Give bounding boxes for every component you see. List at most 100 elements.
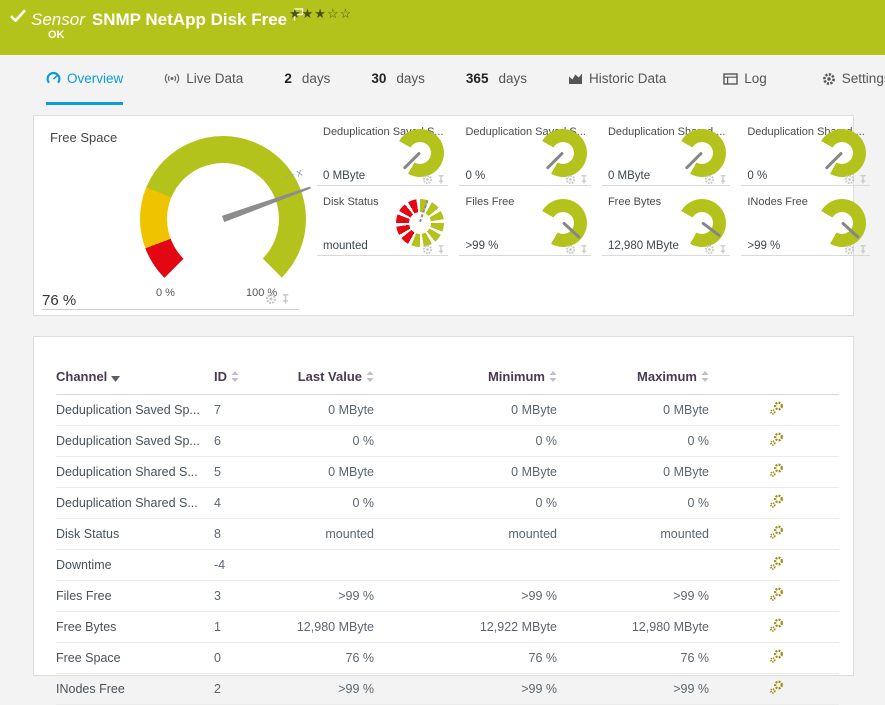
minimum-value: 0 % — [374, 426, 557, 457]
pin-icon[interactable] — [858, 174, 868, 185]
tab-overview[interactable]: Overview — [46, 55, 123, 105]
channel-settings-icon[interactable] — [769, 463, 784, 478]
tab-label: Log — [744, 71, 767, 86]
channel-settings-icon[interactable] — [769, 649, 784, 664]
tab-2-days[interactable]: 2days — [284, 55, 330, 105]
divider — [602, 255, 730, 256]
pin-icon[interactable] — [579, 244, 589, 255]
tab-live-data[interactable]: Live Data — [164, 55, 243, 105]
mini-gauge-cell: Free Bytes 12,980 MByte — [596, 186, 735, 256]
gear-icon[interactable] — [704, 244, 715, 255]
last-value: 0 % — [274, 426, 374, 457]
tab-label-unit: days — [396, 71, 425, 86]
channel-settings-cell — [709, 581, 839, 612]
live-signal-icon — [164, 72, 180, 85]
log-icon — [723, 73, 738, 85]
column-header-channel[interactable]: Channel — [56, 361, 214, 395]
mini-gauge-value: 0 % — [747, 170, 767, 182]
pin-icon[interactable] — [436, 244, 446, 255]
column-header-minimum[interactable]: Minimum — [374, 361, 557, 395]
mini-gauge — [678, 129, 726, 177]
pin-icon[interactable] — [858, 244, 868, 255]
mini-gauge — [818, 129, 866, 177]
table-row: Free Bytes112,980 MByte12,922 MByte12,98… — [56, 612, 839, 643]
pin-icon[interactable] — [280, 293, 291, 305]
tab-label: Live Data — [186, 71, 243, 86]
divider — [459, 255, 590, 256]
tab-settings[interactable]: Settings — [822, 55, 885, 105]
table-row: Files Free3>99 %>99 %>99 % — [56, 581, 839, 612]
gear-icon[interactable] — [265, 293, 277, 305]
channel-id: 7 — [214, 395, 274, 426]
mini-gauge-cell: INodes Free >99 % — [735, 186, 874, 256]
channels-panel: Channel ID Last Value Minimum Maximum De… — [33, 336, 854, 676]
channel-settings-icon[interactable] — [769, 556, 784, 571]
maximum-value: 12,980 MByte — [557, 612, 709, 643]
mini-gauge — [396, 129, 444, 177]
gear-icon[interactable] — [422, 244, 433, 255]
channel-name: Disk Status — [56, 519, 214, 550]
column-header-maximum[interactable]: Maximum — [557, 361, 709, 395]
sort-icon — [549, 370, 557, 385]
last-value — [274, 550, 374, 581]
channel-table: Channel ID Last Value Minimum Maximum De… — [56, 361, 839, 705]
pin-icon[interactable] — [436, 174, 446, 185]
channel-settings-icon[interactable] — [769, 401, 784, 416]
column-header-id[interactable]: ID — [214, 361, 274, 395]
pin-icon[interactable] — [718, 174, 728, 185]
tab-365-days[interactable]: 365days — [466, 55, 527, 105]
gear-icon[interactable] — [565, 174, 576, 185]
tab-log[interactable]: Log — [723, 55, 767, 105]
mini-gauge-value: >99 % — [747, 240, 780, 252]
channel-id: 1 — [214, 612, 274, 643]
channel-settings-icon[interactable] — [769, 680, 784, 695]
pin-icon[interactable] — [579, 174, 589, 185]
gear-icon[interactable] — [704, 174, 715, 185]
tab-label-number: 365 — [466, 71, 489, 86]
channel-settings-cell — [709, 457, 839, 488]
divider — [317, 255, 448, 256]
minimum-value: 0 MByte — [374, 395, 557, 426]
table-row: Deduplication Saved Sp...60 %0 %0 % — [56, 426, 839, 457]
channel-settings-icon[interactable] — [769, 525, 784, 540]
table-row: Deduplication Saved Sp...70 MByte0 MByte… — [56, 395, 839, 426]
last-value: 0 MByte — [274, 395, 374, 426]
mini-gauge-cell: Files Free >99 % — [453, 186, 595, 256]
sort-icon — [366, 370, 374, 385]
gear-icon[interactable] — [422, 174, 433, 185]
channel-settings-icon[interactable] — [769, 494, 784, 509]
tab-label-number: 30 — [371, 71, 386, 86]
stars-empty: ☆☆ — [327, 6, 352, 21]
priority-stars[interactable]: ★★★☆☆ — [289, 6, 352, 22]
channel-name: Free Bytes — [56, 612, 214, 643]
tab-historic-data[interactable]: Historic Data — [568, 55, 666, 105]
channel-settings-icon[interactable] — [769, 432, 784, 447]
gear-icon[interactable] — [844, 174, 855, 185]
table-row: INodes Free2>99 %>99 %>99 % — [56, 674, 839, 705]
table-row: Disk Status8mountedmountedmounted — [56, 519, 839, 550]
gear-icon[interactable] — [565, 244, 576, 255]
channel-settings-cell — [709, 612, 839, 643]
tab-label: Settings — [842, 71, 885, 86]
mini-gauge — [678, 199, 726, 247]
table-row: Deduplication Shared S...40 %0 %0 % — [56, 488, 839, 519]
channel-settings-icon[interactable] — [769, 587, 784, 602]
pin-icon[interactable] — [718, 244, 728, 255]
gear-icon[interactable] — [844, 244, 855, 255]
mini-gauge-cell: Disk Status mounted — [311, 186, 453, 256]
column-header-last-value[interactable]: Last Value — [274, 361, 374, 395]
mini-gauge-cell: Deduplication Saved S... 0 % — [453, 116, 595, 186]
divider — [741, 255, 869, 256]
channel-name: Deduplication Shared S... — [56, 488, 214, 519]
minimum-value: mounted — [374, 519, 557, 550]
channel-settings-cell — [709, 488, 839, 519]
channel-settings-cell — [709, 426, 839, 457]
table-row: Downtime-4 — [56, 550, 839, 581]
channel-settings-cell — [709, 395, 839, 426]
mini-gauge-value: 0 % — [465, 170, 485, 182]
column-header-actions — [709, 361, 839, 395]
channel-settings-cell — [709, 519, 839, 550]
sensor-header-bar: SensorSNMP NetApp Disk Free ★★★☆☆ OK — [0, 0, 885, 55]
channel-settings-icon[interactable] — [769, 618, 784, 633]
tab-30-days[interactable]: 30 days — [371, 55, 425, 105]
